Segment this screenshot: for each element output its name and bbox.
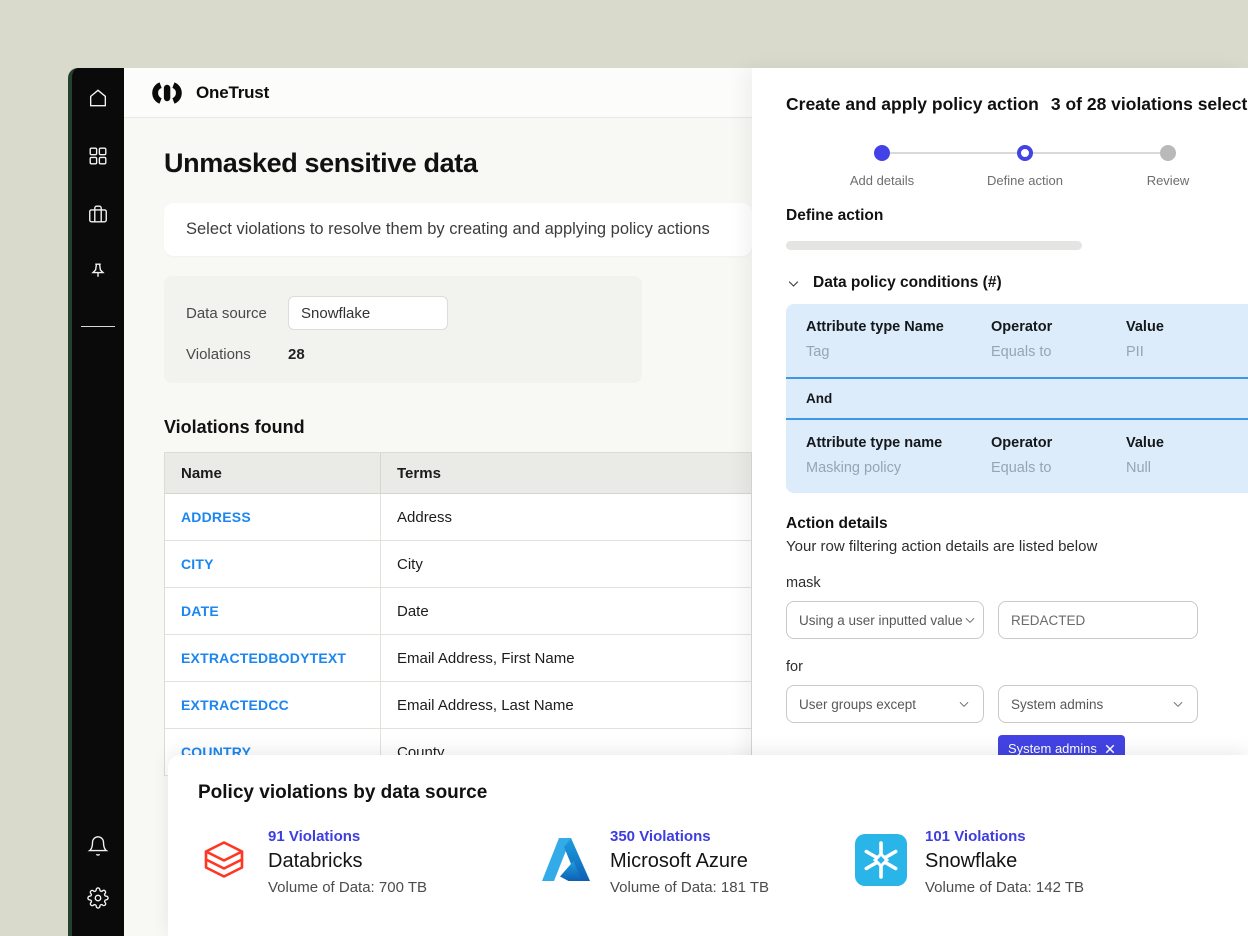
condition-value: PII — [1126, 344, 1242, 360]
define-action-heading: Define action — [786, 207, 1248, 225]
condition-group: Attribute type Name Operator Value Tag E… — [786, 304, 1248, 377]
source-card-databricks: 91 Violations Databricks Volume of Data:… — [198, 828, 540, 896]
table-row: CITY City — [165, 541, 751, 588]
mask-label: mask — [786, 575, 1248, 591]
data-source-input[interactable] — [288, 296, 448, 330]
sidebar-divider — [81, 326, 115, 327]
source-name: Databricks — [268, 850, 427, 873]
filter-panel: Data source Violations 28 — [164, 276, 642, 383]
step-dot-current — [1017, 145, 1033, 161]
table-row: EXTRACTEDCC Email Address, Last Name — [165, 682, 751, 729]
condition-group: Attribute type name Operator Value Maski… — [786, 420, 1248, 493]
settings-gear-icon[interactable] — [86, 886, 110, 910]
data-source-label: Data source — [186, 305, 288, 322]
close-icon[interactable] — [1105, 744, 1115, 754]
condition-value: Masking policy — [806, 460, 991, 476]
violations-link[interactable]: 91 Violations — [268, 828, 427, 845]
onetrust-logo-icon — [148, 82, 186, 104]
violation-terms: Email Address, Last Name — [381, 682, 751, 728]
violation-link[interactable]: EXTRACTEDCC — [181, 697, 289, 713]
conditions-collapse-toggle[interactable]: Data policy conditions (#) — [786, 274, 1248, 292]
condition-header: Operator — [991, 319, 1126, 335]
action-details-title: Action details — [786, 515, 1248, 533]
condition-header: Operator — [991, 435, 1126, 451]
stepper: Add details Define action Review — [882, 145, 1168, 195]
table-row: DATE Date — [165, 588, 751, 635]
sidebar — [68, 68, 124, 936]
violations-count: 28 — [288, 346, 305, 363]
databricks-logo-icon — [198, 834, 250, 886]
step-add-details[interactable]: Add details — [827, 145, 937, 188]
violations-found-title: Violations found — [164, 417, 712, 438]
source-volume: Volume of Data: 181 TB — [610, 879, 769, 896]
top-header: OneTrust — [124, 68, 752, 118]
apps-grid-icon[interactable] — [86, 144, 110, 168]
action-details-subtitle: Your row filtering action details are li… — [786, 538, 1248, 555]
conditions-title: Data policy conditions (#) — [813, 274, 1002, 292]
condition-header: Value — [1126, 319, 1242, 335]
condition-header: Attribute type name — [806, 435, 991, 451]
pin-icon[interactable] — [86, 260, 110, 284]
condition-header: Attribute type Name — [806, 319, 991, 335]
violations-link[interactable]: 101 Violations — [925, 828, 1084, 845]
for-label: for — [786, 659, 1248, 675]
selection-count: 3 of 28 violations selected — [1051, 94, 1248, 115]
chevron-down-icon — [963, 613, 977, 627]
step-dot-complete — [874, 145, 890, 161]
policy-violations-summary: Policy violations by data source 91 Viol… — [168, 755, 1248, 936]
column-header-name: Name — [165, 453, 381, 493]
home-icon[interactable] — [86, 86, 110, 110]
violation-terms: Date — [381, 588, 751, 634]
instruction-banner: Select violations to resolve them by cre… — [164, 203, 752, 256]
source-card-azure: 350 Violations Microsoft Azure Volume of… — [540, 828, 855, 896]
summary-title: Policy violations by data source — [198, 782, 1218, 804]
step-dot-upcoming — [1160, 145, 1176, 161]
step-define-action[interactable]: Define action — [970, 145, 1080, 188]
for-value-select[interactable]: System admins — [998, 685, 1198, 723]
table-header-row: Name Terms — [165, 453, 751, 494]
page-title: Unmasked sensitive data — [164, 148, 712, 179]
snowflake-logo-icon — [855, 834, 907, 886]
table-row: ADDRESS Address — [165, 494, 751, 541]
notifications-bell-icon[interactable] — [86, 834, 110, 858]
violation-link[interactable]: DATE — [181, 603, 219, 619]
briefcase-icon[interactable] — [86, 202, 110, 226]
source-name: Microsoft Azure — [610, 850, 769, 873]
table-row: EXTRACTEDBODYTEXT Email Address, First N… — [165, 635, 751, 682]
for-method-select[interactable]: User groups except — [786, 685, 984, 723]
progress-bar — [786, 241, 1082, 250]
panel-title: Create and apply policy action — [786, 94, 1039, 115]
source-volume: Volume of Data: 142 TB — [925, 879, 1084, 896]
condition-value: Tag — [806, 344, 991, 360]
source-card-snowflake: 101 Violations Snowflake Volume of Data:… — [855, 828, 1084, 896]
violation-link[interactable]: EXTRACTEDBODYTEXT — [181, 650, 346, 666]
mask-method-select[interactable]: Using a user inputted value — [786, 601, 984, 639]
step-review[interactable]: Review — [1113, 145, 1223, 188]
brand: OneTrust — [148, 82, 269, 104]
condition-value: Equals to — [991, 460, 1126, 476]
brand-name: OneTrust — [196, 83, 269, 103]
chevron-down-icon — [786, 276, 801, 291]
violation-terms: Address — [381, 494, 751, 540]
azure-logo-icon — [540, 834, 592, 886]
violation-link[interactable]: CITY — [181, 556, 214, 572]
source-name: Snowflake — [925, 850, 1084, 873]
condition-value: Null — [1126, 460, 1242, 476]
condition-value: Equals to — [991, 344, 1126, 360]
conditions-box: Attribute type Name Operator Value Tag E… — [786, 304, 1248, 493]
column-header-terms: Terms — [381, 453, 751, 493]
chevron-down-icon — [1171, 697, 1185, 711]
source-volume: Volume of Data: 700 TB — [268, 879, 427, 896]
violation-terms: City — [381, 541, 751, 587]
violations-table: Name Terms ADDRESS Address CITY City DAT… — [164, 452, 752, 776]
condition-connector: And — [786, 377, 1248, 420]
violation-link[interactable]: ADDRESS — [181, 509, 251, 525]
app-window: OneTrust Unmasked sensitive data Select … — [68, 68, 1248, 936]
violation-terms: Email Address, First Name — [381, 635, 751, 681]
mask-value-input[interactable] — [998, 601, 1198, 639]
violations-label: Violations — [186, 346, 288, 363]
condition-header: Value — [1126, 435, 1242, 451]
violations-link[interactable]: 350 Violations — [610, 828, 769, 845]
chevron-down-icon — [957, 697, 971, 711]
